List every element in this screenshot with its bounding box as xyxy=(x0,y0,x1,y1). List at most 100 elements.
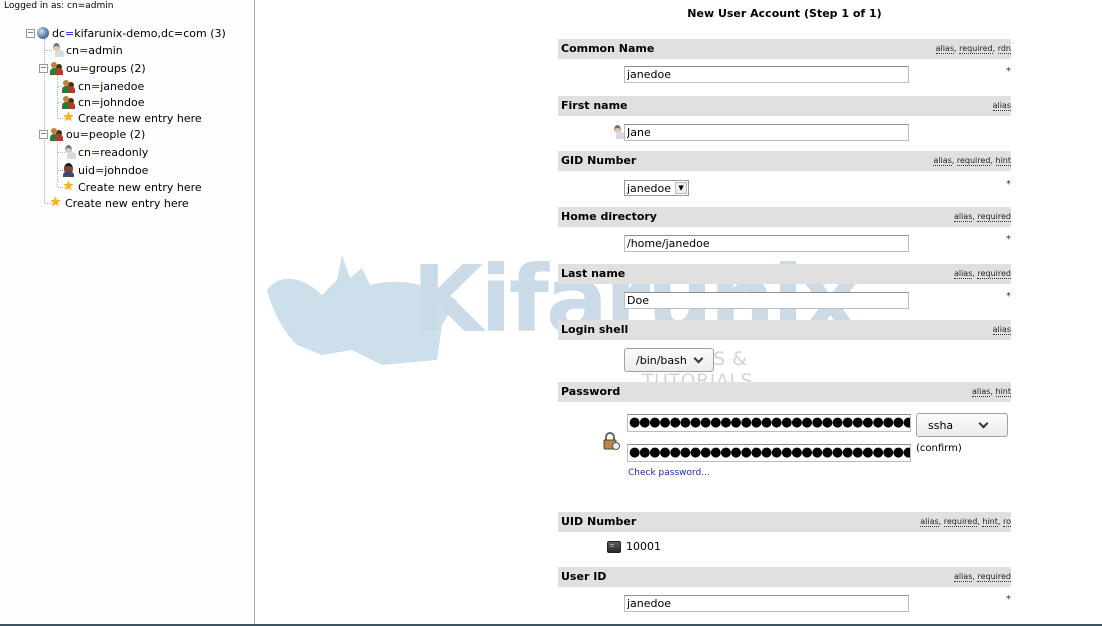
field-hints: alias xyxy=(992,101,1011,111)
tree-item-uid-johndoe[interactable]: uid=johndoe xyxy=(62,162,148,178)
hint: alias xyxy=(953,212,973,222)
last-name-input[interactable] xyxy=(624,292,909,309)
tree-item-label[interactable]: Create new entry here xyxy=(78,112,202,125)
terminal-icon xyxy=(607,541,621,553)
select-value: ssha xyxy=(928,418,954,432)
hint: required xyxy=(977,269,1011,279)
chevron-down-icon xyxy=(693,353,704,363)
field-header-last-name: Last name alias, required xyxy=(558,264,1011,284)
tree-item-cn-admin[interactable]: cn=admin xyxy=(50,42,123,58)
hint: required xyxy=(959,44,993,54)
dropdown-arrow-icon: ▼ xyxy=(675,182,688,194)
field-label: Password xyxy=(561,385,621,398)
group-icon xyxy=(50,127,63,141)
tree-item-cn-janedoe[interactable]: cn=janedoe xyxy=(62,78,144,94)
user-id-input[interactable] xyxy=(624,595,909,612)
hint: alias xyxy=(992,325,1011,335)
common-name-input[interactable] xyxy=(624,66,909,83)
hint: alias xyxy=(953,269,973,279)
hint: hint xyxy=(995,156,1011,166)
group-icon xyxy=(50,61,63,75)
hint: alias xyxy=(953,572,973,582)
password-confirm-input[interactable]: ●●●●●●●●●●●●●●●●●●●●●●●●●●●●●●●●●●●●● xyxy=(627,444,911,462)
collapse-icon[interactable]: − xyxy=(39,63,48,73)
tree-item-label[interactable]: uid=johndoe xyxy=(78,164,148,177)
hint: required xyxy=(977,212,1011,222)
star-icon: ★ xyxy=(62,110,75,125)
field-hints: alias, hint xyxy=(971,387,1011,397)
person-icon xyxy=(62,145,76,159)
person-icon xyxy=(50,43,64,57)
field-hints: alias, required xyxy=(953,572,1011,582)
chevron-down-icon xyxy=(978,418,989,428)
person-icon xyxy=(611,125,625,139)
login-shell-select[interactable]: /bin/bash xyxy=(624,348,714,372)
hint: alias xyxy=(992,101,1011,111)
tree-item-label[interactable]: Create new entry here xyxy=(78,181,202,194)
hint: required xyxy=(943,517,978,527)
hint: required xyxy=(956,156,991,166)
tree-root[interactable]: − dc=kifarunix-demo,dc=com (3) xyxy=(26,25,226,41)
first-name-input[interactable] xyxy=(624,124,909,141)
field-hints: alias, required, rdn xyxy=(935,44,1011,54)
tree-item-label[interactable]: Create new entry here xyxy=(65,197,189,210)
field-label: First name xyxy=(561,99,628,112)
uid-number-value: 10001 xyxy=(626,540,661,553)
password-input[interactable]: ●●●●●●●●●●●●●●●●●●●●●●●●●●●●●●●●●●●●● xyxy=(627,414,911,432)
field-hints: alias, required xyxy=(953,212,1011,222)
tree-item-label[interactable]: cn=janedoe xyxy=(78,80,144,93)
field-header-login-shell: Login shell alias xyxy=(558,320,1011,340)
collapse-icon[interactable]: − xyxy=(39,129,48,139)
gid-number-select[interactable]: janedoe ▼ xyxy=(624,180,690,196)
tree-item-label[interactable]: cn=admin xyxy=(66,44,123,57)
tree-item-ou-groups[interactable]: − ou=groups (2) xyxy=(39,60,146,76)
collapse-icon[interactable]: − xyxy=(26,28,35,38)
field-header-common-name: Common Name alias, required, rdn xyxy=(558,39,1011,59)
rhino-logo-icon xyxy=(267,255,457,365)
tree-item-label[interactable]: cn=johndoe xyxy=(78,96,144,109)
tree-line xyxy=(57,74,58,118)
hint: ro xyxy=(1002,517,1011,527)
field-header-gid-number: GID Number alias, required, hint xyxy=(558,151,1011,171)
tree-root-label[interactable]: dc=kifarunix-demo,dc=com (3) xyxy=(52,27,226,40)
check-password-link[interactable]: Check password... xyxy=(628,468,710,478)
field-header-password: Password alias, hint xyxy=(558,382,1011,402)
confirm-label: (confirm) xyxy=(916,443,962,454)
field-label: GID Number xyxy=(561,154,637,167)
page-title: New User Account (Step 1 of 1) xyxy=(687,7,882,20)
field-header-home-directory: Home directory alias, required xyxy=(558,207,1011,227)
tree-item-cn-johndoe[interactable]: cn=johndoe xyxy=(62,94,144,110)
field-hints: alias, required, hint, ro xyxy=(920,517,1011,527)
field-label: Home directory xyxy=(561,210,657,223)
tree-item-label[interactable]: cn=readonly xyxy=(78,146,148,159)
tree-panel: Logged in as: cn=admin − dc=kifarunix-de… xyxy=(0,0,255,624)
tree-item-ou-people[interactable]: − ou=people (2) xyxy=(39,126,145,142)
tree-item-cn-readonly[interactable]: cn=readonly xyxy=(62,144,148,160)
hint: rdn xyxy=(997,44,1011,54)
hint: hint xyxy=(995,387,1011,397)
hint: required xyxy=(977,572,1011,582)
tree-item-label[interactable]: ou=people (2) xyxy=(66,128,145,141)
field-label: Common Name xyxy=(561,42,655,55)
hint: alias xyxy=(935,44,954,54)
tree-item-label[interactable]: ou=groups (2) xyxy=(66,62,146,75)
tree-line xyxy=(57,140,58,187)
field-label: UID Number xyxy=(561,515,637,528)
hint: alias xyxy=(933,156,952,166)
field-hints: alias, required xyxy=(953,269,1011,279)
lock-icon xyxy=(603,432,620,450)
field-label: Login shell xyxy=(561,323,629,336)
tree-item-create-new-people[interactable]: ★ Create new entry here xyxy=(62,179,202,195)
hash-type-select[interactable]: ssha xyxy=(916,413,1008,437)
required-mark: * xyxy=(1006,234,1011,245)
field-label: Last name xyxy=(561,267,626,280)
tree-item-create-new-groups[interactable]: ★ Create new entry here xyxy=(62,110,202,126)
field-header-uid-number: UID Number alias, required, hint, ro xyxy=(558,512,1011,532)
home-directory-input[interactable] xyxy=(624,235,909,252)
tree-item-create-new-root[interactable]: ★ Create new entry here xyxy=(49,195,189,211)
hint: alias xyxy=(920,517,939,527)
group-icon xyxy=(62,95,75,109)
hint: alias xyxy=(971,387,991,397)
required-mark: * xyxy=(1006,179,1011,190)
globe-icon xyxy=(37,27,49,39)
